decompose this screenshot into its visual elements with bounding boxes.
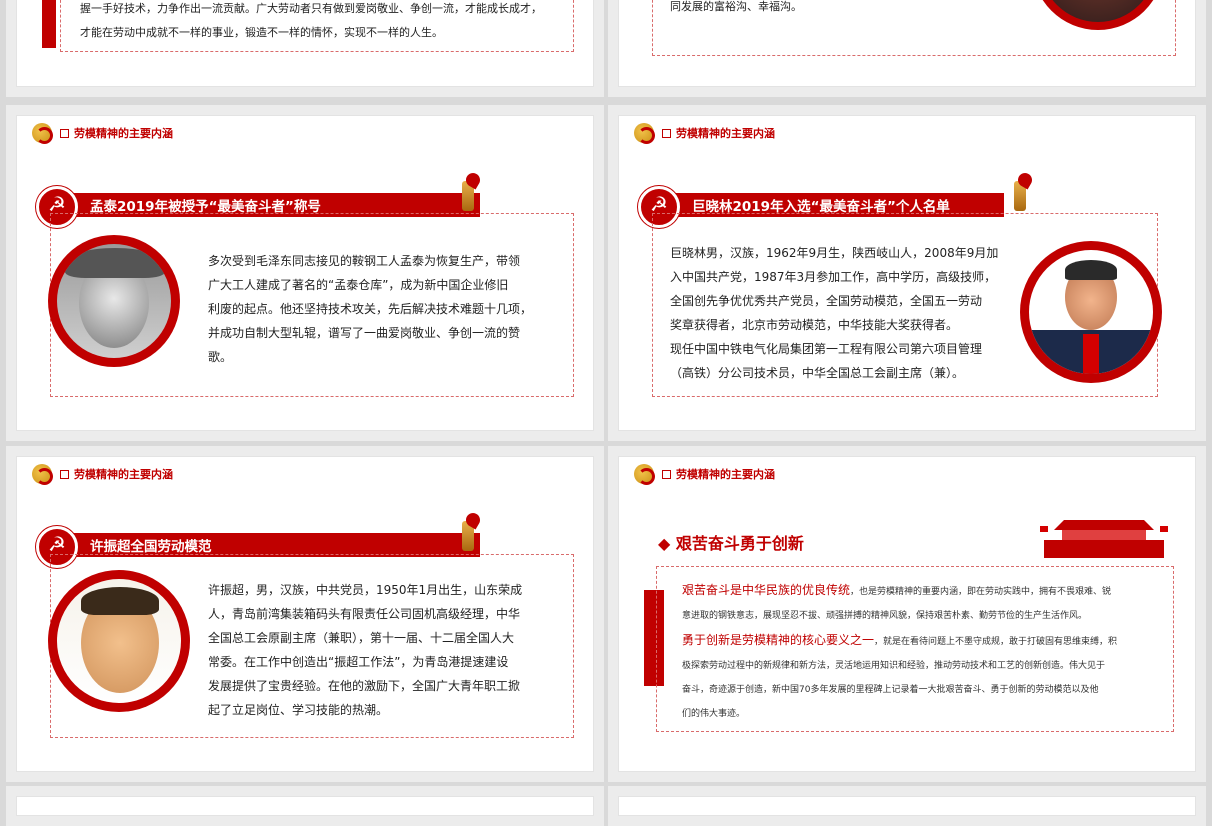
text-line: 入中国共产党，1987年3月参加工作，高中学历，高级技师， — [670, 270, 997, 284]
banner-text: 巨晓林2019年入选“最美奋斗者”个人名单 — [692, 199, 950, 215]
slide-top-left: 握一手好技术，力争作出一流贡献。广大劳动者只有做到爱岗敬业、争创一流，才能成长成… — [6, 0, 604, 97]
paragraph-1: 艰苦奋斗是中华民族的优良传统，也是劳模精神的重要内涵，即在劳动实践中，拥有不畏艰… — [682, 578, 1172, 604]
text-line: 许振超，男，汉族，中共党员，1950年1月出生，山东荣成 — [208, 583, 523, 597]
text-line: 多次受到毛泽东同志接见的鞍钢工人孟泰为恢复生产，带领 — [208, 254, 521, 268]
torch-icon — [456, 513, 482, 551]
slide-bottom-left — [6, 786, 604, 826]
tiananmen-icon — [1040, 514, 1168, 560]
square-bullet-icon — [662, 469, 671, 479]
slide-title: 劳模精神的主要内涵 — [32, 123, 173, 144]
square-bullet-icon — [662, 128, 671, 138]
party-emblem-icon — [32, 123, 53, 144]
emphasis-text: 艰苦奋斗是中华民族的优良传统 — [682, 583, 851, 597]
slide-hard-work-innovation: 劳模精神的主要内涵 ◆ 艰苦奋斗勇于创新 艰苦奋斗是中华民族的优良传统，也是劳模… — [608, 446, 1206, 782]
text-line: 巨晓林男，汉族，1962年9月生，陕西岐山人，2008年9月加 — [670, 246, 999, 260]
slide-title-text: 劳模精神的主要内涵 — [676, 127, 775, 140]
text-line: 广大工人建成了著名的“孟泰仓库”，成为新中国企业修旧 — [208, 278, 509, 292]
slide-meng-tai: 劳模精神的主要内涵 孟泰2019年被授予“最美奋斗者”称号 多次受到毛泽东同志接… — [6, 105, 604, 441]
text-line: 起了立足岗位、学习技能的热潮。 — [208, 703, 389, 717]
text-line: 利废的起点。他还坚持技术攻关，先后解决技术难题十几项， — [208, 302, 533, 316]
slide-title: 劳模精神的主要内涵 — [32, 464, 173, 485]
banner-text: 许振超全国劳动模范 — [90, 539, 212, 555]
portrait-meng-tai — [48, 235, 180, 367]
emphasis-text: 勇于创新是劳模精神的核心要义之一 — [682, 633, 875, 647]
text-line: 全国创先争优优秀共产党员，全国劳动模范，全国五一劳动 — [670, 294, 983, 308]
text-line: 常委。在工作中创造出“振超工作法”，为青岛港提速建设 — [208, 655, 509, 669]
text-line: 人，青岛前湾集装箱码头有限责任公司固机高级经理，中华 — [208, 607, 521, 621]
text-line: ，也是劳模精神的重要内涵，即在劳动实践中，拥有不畏艰难、锐 — [850, 587, 1112, 597]
text-line: 歌。 — [208, 350, 233, 364]
square-bullet-icon — [60, 469, 69, 479]
slide-bottom-right — [608, 786, 1206, 826]
slide-top-right: 同发展的富裕沟、幸福沟。 — [608, 0, 1206, 97]
paragraph-2: 勇于创新是劳模精神的核心要义之一，就是在看待问题上不墨守成规，敢于打破固有思维束… — [682, 628, 1172, 654]
text-line: 极探索劳动过程中的新规律和新方法，灵活地运用知识和经验，推动劳动技术和工艺的创新… — [682, 661, 1106, 671]
slide-ju-xiaolin: 劳模精神的主要内涵 巨晓林2019年入选“最美奋斗者”个人名单 巨晓林男，汉族，… — [608, 105, 1206, 441]
text-line: 全国总工会原副主席（兼职），第十一届、十二届全国人大 — [208, 631, 515, 645]
torch-icon — [1008, 173, 1034, 211]
slide-title-text: 劳模精神的主要内涵 — [74, 468, 173, 481]
party-emblem-icon — [634, 464, 655, 485]
party-emblem-icon — [32, 464, 53, 485]
text-line: 们的伟大事迹。 — [682, 709, 746, 719]
text-line: 现任中国中铁电气化局集团第一工程有限公司第六项目管理 — [670, 342, 983, 356]
text-line: 奖章获得者，北京市劳动模范，中华技能大奖获得者。 — [670, 318, 959, 332]
red-accent-bar — [42, 0, 56, 48]
text-line: 握一手好技术，力争作出一流贡献。广大劳动者只有做到爱岗敬业、争创一流，才能成长成… — [80, 2, 542, 15]
text-line: 同发展的富裕沟、幸福沟。 — [670, 0, 802, 13]
text-line: 意进取的钢铁意志，展现坚忍不拔、顽强拼搏的精神风貌，保持艰苦朴素、勤劳节俭的生产… — [682, 611, 1088, 621]
text-line: 奋斗，奇迹源于创造，新中国70多年发展的里程碑上记录着一大批艰苦奋斗、勇于创新的… — [682, 685, 1099, 695]
text-line: 发展提供了宝贵经验。在他的激励下，全国广大青年职工掀 — [208, 679, 521, 693]
torch-icon — [456, 173, 482, 211]
banner-text: 孟泰2019年被授予“最美奋斗者”称号 — [90, 199, 321, 215]
square-bullet-icon — [60, 128, 69, 138]
slide-title-text: 劳模精神的主要内涵 — [74, 127, 173, 140]
portrait-ju-xiaolin — [1020, 241, 1162, 383]
portrait-xu-zhenchao — [48, 570, 190, 712]
body-text: 艰苦奋斗是中华民族的优良传统，也是劳模精神的重要内涵，即在劳动实践中，拥有不畏艰… — [682, 578, 1172, 726]
text-line: 并成功自制大型轧辊，谱写了一曲爱岗敬业、争创一流的赞 — [208, 326, 521, 340]
party-emblem-icon — [634, 123, 655, 144]
slide-title: 劳模精神的主要内涵 — [634, 464, 775, 485]
text-line: （高铁）分公司技术员，中华全国总工会副主席（兼）。 — [670, 366, 965, 380]
text-line: ，就是在看待问题上不墨守成规，敢于打破固有思维束缚，积 — [874, 637, 1118, 647]
text-line: 才能在劳动中成就不一样的事业，锻造不一样的情怀，实现不一样的人生。 — [80, 26, 443, 39]
slide-xu-zhenchao: 劳模精神的主要内涵 许振超全国劳动模范 许振超，男，汉族，中共党员，1950年1… — [6, 446, 604, 782]
slide-title-text: 劳模精神的主要内涵 — [676, 468, 775, 481]
slide-title: 劳模精神的主要内涵 — [634, 123, 775, 144]
section-heading: ◆ 艰苦奋斗勇于创新 — [658, 534, 804, 553]
